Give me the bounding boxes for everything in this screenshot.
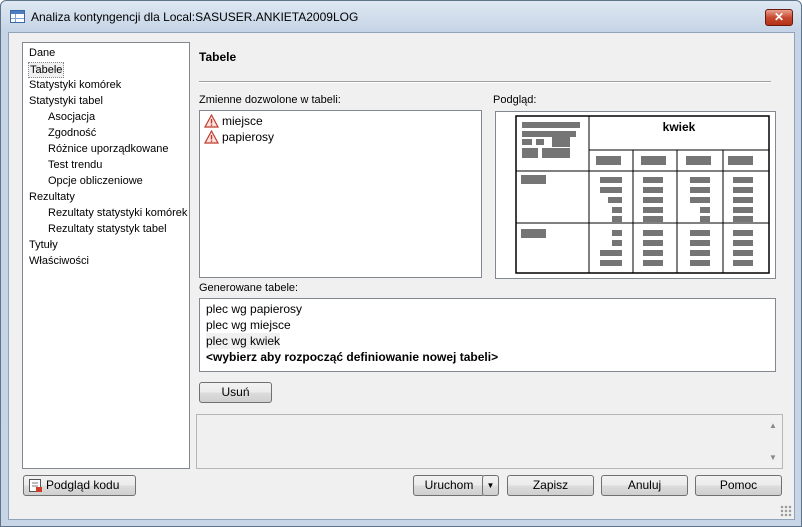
generated-table-item[interactable]: plec wg papierosy (206, 301, 302, 317)
remove-button[interactable]: Usuń (199, 382, 272, 403)
nav-item[interactable]: Test trendu (47, 158, 103, 172)
warning-triangle-icon (204, 130, 219, 144)
scroll-down-icon[interactable]: ▼ (769, 453, 777, 462)
resize-grip[interactable] (780, 505, 792, 517)
table-preview: kwiek (495, 111, 776, 279)
code-preview-icon (29, 479, 42, 492)
nav-item[interactable]: Rezultaty statystyki komórek (47, 206, 188, 220)
dialog-client: Dane Tabele Statystyki komórek Statystyki t… (8, 32, 795, 520)
nav-item[interactable]: Różnice uporządkowane (47, 142, 169, 156)
nav-item[interactable]: Rezultaty statystyk tabel (47, 222, 168, 236)
variable-item[interactable]: papierosy (204, 130, 274, 146)
table-icon (10, 10, 25, 23)
code-preview-label: Podgląd kodu (46, 478, 120, 492)
variable-item[interactable]: miejsce (204, 114, 263, 130)
title-bar[interactable]: Analiza kontyngencji dla Local:SASUSER.A… (1, 1, 801, 33)
generated-tables-list[interactable]: plec wg papierosy plec wg miejsce plec wg … (199, 298, 776, 372)
preview-label: Podgląd: (493, 94, 537, 106)
generated-tables-label: Generowane tabele: (199, 282, 299, 294)
preview-header-text: kwiek (663, 120, 696, 134)
run-dropdown-icon[interactable]: ▼ (482, 475, 499, 496)
nav-item[interactable]: Rezultaty (28, 190, 76, 204)
dialog-window: Analiza kontyngencji dla Local:SASUSER.A… (0, 0, 802, 527)
message-scrollbar[interactable]: ▲ ▼ (765, 415, 782, 468)
nav-item[interactable]: Statystyki komórek (28, 78, 122, 92)
message-area: ▲ ▼ (196, 414, 783, 469)
warning-triangle-icon (204, 114, 219, 128)
variables-list[interactable]: miejsce papierosy (199, 110, 482, 278)
nav-item[interactable]: Opcje obliczeniowe (47, 174, 144, 188)
save-button[interactable]: Zapisz (507, 475, 594, 496)
variable-name: papierosy (222, 130, 275, 144)
generated-table-item[interactable]: <wybierz aby rozpocząć definiowanie nowe… (206, 349, 498, 365)
table-preview-diagram: kwiek (515, 115, 770, 274)
separator (199, 81, 771, 83)
nav-item[interactable]: Dane (28, 46, 56, 60)
panel-title: Tabele (199, 50, 237, 64)
generated-table-item[interactable]: plec wg kwiek (206, 333, 281, 349)
generated-table-item[interactable]: plec wg miejsce (206, 317, 291, 333)
nav-item[interactable]: Tytuły (28, 238, 59, 252)
variables-label: Zmienne dozwolone w tabeli: (199, 94, 341, 106)
scroll-up-icon[interactable]: ▲ (769, 421, 777, 430)
help-button[interactable]: Pomoc (695, 475, 782, 496)
nav-item[interactable]: Zgodność (47, 126, 97, 140)
nav-item[interactable]: Statystyki tabel (28, 94, 104, 108)
cancel-button[interactable]: Anuluj (601, 475, 688, 496)
code-preview-button[interactable]: Podgląd kodu (23, 475, 136, 496)
nav-item[interactable]: Właściwości (28, 254, 90, 268)
variable-name: miejsce (222, 114, 263, 128)
nav-item[interactable]: Asocjacja (47, 110, 96, 124)
run-button[interactable]: Uruchom (413, 475, 485, 496)
nav-item[interactable]: Tabele (28, 62, 65, 78)
close-button[interactable]: ✕ (765, 9, 793, 26)
navigation-tree: Dane Tabele Statystyki komórek Statystyki t… (22, 42, 190, 469)
window-title: Analiza kontyngencji dla Local:SASUSER.A… (31, 10, 359, 24)
